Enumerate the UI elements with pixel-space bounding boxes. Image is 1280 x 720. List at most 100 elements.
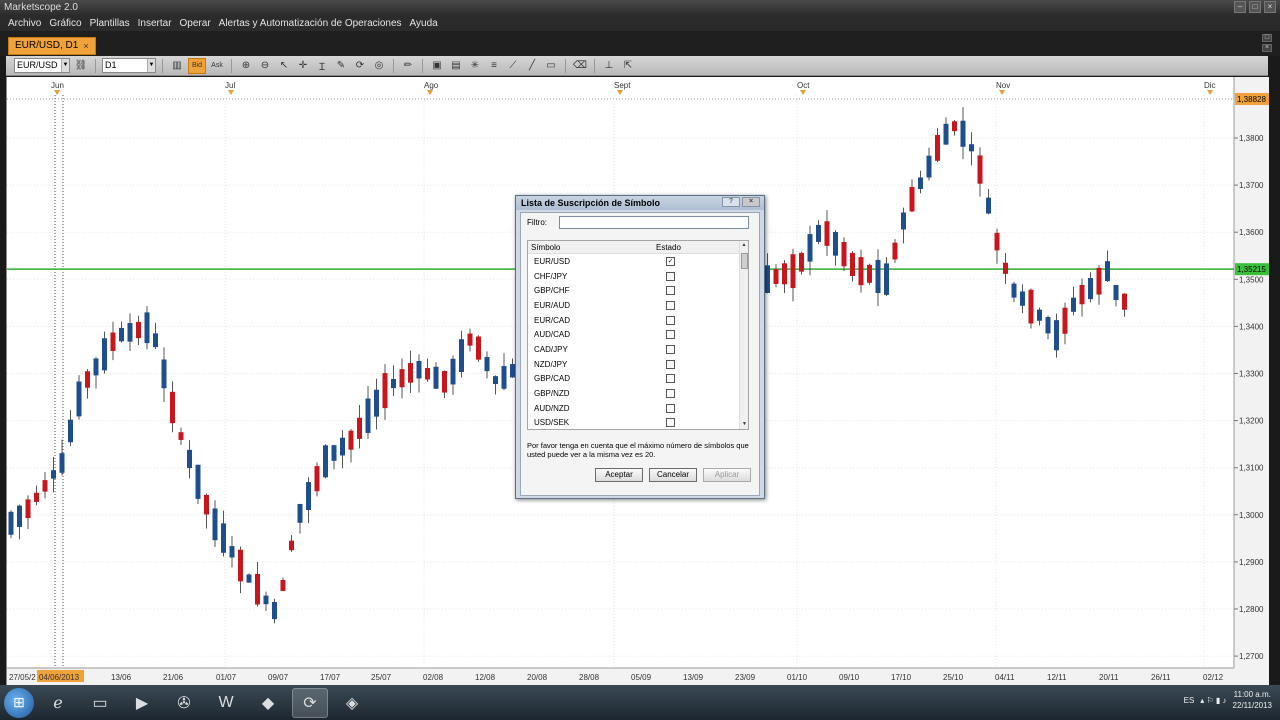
menu-insertar[interactable]: Insertar — [138, 16, 172, 31]
mdi-restore-button[interactable]: □ — [1262, 34, 1272, 42]
bid-button[interactable]: Bid — [188, 57, 206, 74]
scroll-up-icon[interactable]: ▲ — [740, 241, 748, 250]
zoom-in-icon[interactable]: ⊕ — [238, 58, 254, 74]
maximize-button[interactable]: □ — [1249, 1, 1261, 13]
menu-alertas[interactable]: Alertas y Automatización de Operaciones — [219, 16, 402, 31]
menu-ayuda[interactable]: Ayuda — [410, 16, 438, 31]
chart-type-icon[interactable]: ▥ — [169, 58, 185, 74]
list-scrollbar[interactable]: ▲ ▼ — [739, 241, 748, 429]
menu-plantillas[interactable]: Plantillas — [90, 16, 130, 31]
status-checkbox[interactable] — [666, 300, 675, 310]
mdi-close-button[interactable]: × — [1262, 44, 1272, 52]
scroll-down-icon[interactable]: ▼ — [740, 420, 749, 429]
symbol-row[interactable]: EUR/USD ✓ — [528, 254, 748, 269]
symbol-row[interactable]: CAD/JPY — [528, 342, 748, 357]
zoom-out-icon[interactable]: ⊖ — [257, 58, 273, 74]
symbol-row[interactable]: EUR/AUD — [528, 298, 748, 313]
start-button[interactable]: ⊞ — [4, 687, 34, 718]
eraser-icon[interactable]: ⌫ — [572, 58, 588, 74]
clock[interactable]: 11:00 a.m. 22/11/2013 — [1233, 689, 1272, 711]
status-checkbox[interactable] — [666, 271, 675, 281]
price-tick-label: 1,3800 — [1239, 134, 1264, 143]
windows-taskbar: ⊞ ℯ ▭ ▶ ✇ W ◆ ⟳ ◈ ES ▴ ⚐ ▮ ♪ 11:00 a.m. … — [0, 685, 1280, 720]
symbol-row[interactable]: GBP/CAD — [528, 372, 748, 387]
fibonacci-icon[interactable]: ⟋ — [505, 58, 521, 74]
status-checkbox[interactable] — [666, 330, 675, 340]
accept-button[interactable]: Aceptar — [595, 468, 643, 482]
cancel-button[interactable]: Cancelar — [649, 468, 697, 482]
app-icon[interactable]: ◆ — [250, 688, 286, 718]
media-player-icon[interactable]: ▶ — [124, 688, 160, 718]
status-checkbox[interactable]: ✓ — [666, 256, 675, 266]
symbol-row[interactable]: USD/SEK — [528, 416, 748, 431]
month-marker — [427, 90, 433, 95]
symbol-select[interactable]: EUR/USD ▼ — [14, 58, 70, 73]
column-symbol-header[interactable]: Símbolo — [528, 241, 656, 253]
cursor-icon[interactable]: ↖ — [276, 58, 292, 74]
timeframe-select[interactable]: D1 ▼ — [102, 58, 156, 73]
pin-icon[interactable]: ⊥ — [601, 58, 617, 74]
status-checkbox[interactable] — [666, 418, 675, 428]
date-tick-label: 27/05/2 — [9, 673, 36, 682]
template-icon[interactable]: ▤ — [448, 58, 464, 74]
globe-icon[interactable]: ◎ — [371, 58, 387, 74]
status-checkbox[interactable] — [666, 315, 675, 325]
trendline-icon[interactable]: ╱ — [524, 58, 540, 74]
close-button[interactable]: × — [1264, 1, 1276, 13]
candle-body — [1020, 291, 1025, 306]
shape-icon[interactable]: ▭ — [543, 58, 559, 74]
link-icon[interactable]: ⛓ — [73, 58, 89, 74]
text-icon[interactable]: Ɪ — [314, 58, 330, 74]
symbol-row[interactable]: CHF/JPY — [528, 269, 748, 284]
menu-operar[interactable]: Operar — [180, 16, 211, 31]
dialog-close-button[interactable]: × — [742, 197, 760, 207]
tab-close-icon[interactable]: × — [83, 38, 88, 54]
crosshair-icon[interactable]: ✛ — [295, 58, 311, 74]
tab-eurusd-d1[interactable]: EUR/USD, D1 × — [8, 37, 96, 55]
scroll-thumb[interactable] — [741, 253, 748, 269]
status-checkbox[interactable] — [666, 286, 675, 296]
symbol-row[interactable]: AUD/CAD — [528, 327, 748, 342]
symbol-row[interactable]: GBP/CHF — [528, 283, 748, 298]
timeframe-value: D1 — [105, 60, 117, 70]
status-checkbox[interactable] — [666, 374, 675, 384]
file-explorer-icon[interactable]: ▭ — [82, 688, 118, 718]
trading-app-icon[interactable]: ◈ — [334, 688, 370, 718]
symbol-row[interactable]: EUR/CAD — [528, 313, 748, 328]
candle-body — [1122, 293, 1127, 310]
tray-icons[interactable]: ▴ ⚐ ▮ ♪ — [1200, 696, 1226, 705]
marketscope-icon[interactable]: ⟳ — [292, 687, 328, 718]
status-checkbox[interactable] — [666, 359, 675, 369]
screenshot-icon[interactable]: ▣ — [429, 58, 445, 74]
symbol-row[interactable]: NZD/JPY — [528, 357, 748, 372]
apply-button[interactable]: Aplicar — [703, 468, 751, 482]
expand-icon[interactable]: ⇱ — [620, 58, 636, 74]
column-status-header[interactable]: Estado — [656, 241, 716, 253]
candle-body — [42, 480, 48, 492]
lines-icon[interactable]: ≡ — [486, 58, 502, 74]
menu-grafico[interactable]: Gráfico — [49, 16, 81, 31]
price-tick-label: 1,3200 — [1239, 417, 1264, 426]
ask-button[interactable]: Ask — [209, 62, 225, 69]
pencil-icon[interactable]: ✏ — [400, 58, 416, 74]
filter-input[interactable] — [559, 216, 749, 229]
refresh-icon[interactable]: ⟳ — [352, 58, 368, 74]
drawing-icon[interactable]: ✎ — [333, 58, 349, 74]
symbol-row[interactable]: GBP/NZD — [528, 386, 748, 401]
language-indicator[interactable]: ES — [1184, 696, 1195, 705]
network-icon[interactable]: ✇ — [166, 688, 202, 718]
filter-label: Filtro: — [527, 218, 547, 227]
candle-body — [195, 464, 201, 499]
dialog-help-button[interactable]: ? — [722, 197, 740, 207]
symbol-row[interactable]: AUD/NZD — [528, 401, 748, 416]
candle-body — [187, 449, 192, 469]
word-icon[interactable]: W — [208, 688, 244, 718]
status-checkbox[interactable] — [666, 403, 675, 413]
minimize-button[interactable]: – — [1234, 1, 1246, 13]
status-checkbox[interactable] — [666, 344, 675, 354]
indicator-icon[interactable]: ✳ — [467, 58, 483, 74]
status-checkbox[interactable] — [666, 389, 675, 399]
candle-body — [127, 322, 133, 342]
menu-archivo[interactable]: Archivo — [8, 16, 41, 31]
internet-explorer-icon[interactable]: ℯ — [40, 688, 76, 718]
